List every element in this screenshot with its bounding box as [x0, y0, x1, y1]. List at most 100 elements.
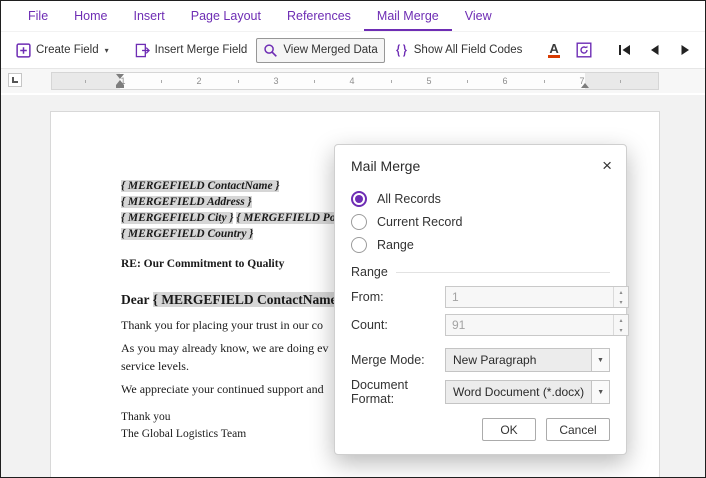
- merge-field-country: { MERGEFIELD Country }: [121, 228, 253, 240]
- document-format-row: Document Format: Word Document (*.docx) …: [351, 378, 610, 406]
- ruler-number: 2: [196, 73, 201, 89]
- rich-text-editor-window: File Home Insert Page Layout References …: [0, 0, 706, 478]
- font-highlight-icon: A: [548, 42, 559, 58]
- ok-button[interactable]: OK: [482, 418, 536, 441]
- dialog-button-row: OK Cancel: [351, 418, 610, 441]
- section-divider: [396, 272, 610, 273]
- radio-range-label: Range: [377, 238, 414, 252]
- document-format-value: Word Document (*.docx): [445, 380, 592, 404]
- magnifier-icon: [263, 43, 278, 58]
- last-record-button[interactable]: [701, 39, 706, 61]
- document-format-label: Document Format:: [351, 378, 445, 406]
- first-line-indent-marker[interactable]: [116, 74, 124, 79]
- dialog-body: All Records Current Record Range Range F…: [335, 176, 626, 454]
- ruler-tick: [620, 80, 621, 83]
- spin-down-icon[interactable]: ▾: [614, 297, 628, 307]
- radio-current-record-label: Current Record: [377, 215, 462, 229]
- insert-merge-field-label: Insert Merge Field: [155, 44, 248, 56]
- cancel-button[interactable]: Cancel: [546, 418, 610, 441]
- tab-home[interactable]: Home: [61, 1, 120, 31]
- tab-view[interactable]: View: [452, 1, 505, 31]
- count-row: Count: ▴ ▾: [351, 314, 610, 336]
- mail-merge-toolbar: Create Field ▾ Insert Merge Field View M…: [1, 31, 705, 69]
- merge-field-address: { MERGEFIELD Address }: [121, 196, 252, 208]
- merge-field-city: { MERGEFIELD City }: [121, 212, 233, 224]
- chevron-down-icon[interactable]: ▼: [591, 348, 610, 372]
- from-value-field[interactable]: [446, 287, 613, 307]
- view-merged-data-button[interactable]: View Merged Data: [256, 38, 384, 63]
- highlight-merge-fields-button[interactable]: A: [541, 37, 566, 63]
- show-all-field-codes-button[interactable]: Show All Field Codes: [387, 38, 530, 63]
- previous-record-icon: [648, 44, 662, 56]
- ruler-tick: [314, 80, 315, 83]
- ruler-tick: [391, 80, 392, 83]
- ruler-tick: [85, 80, 86, 83]
- ruler-number: 4: [349, 73, 354, 89]
- count-spinner: ▴ ▾: [613, 315, 628, 335]
- next-record-button[interactable]: [671, 39, 699, 61]
- ruler-number: 5: [426, 73, 431, 89]
- right-indent-marker[interactable]: [581, 83, 589, 88]
- from-spinner: ▴ ▾: [613, 287, 628, 307]
- previous-record-button[interactable]: [641, 39, 669, 61]
- merge-mode-select[interactable]: New Paragraph ▼: [445, 348, 610, 372]
- tab-page-layout[interactable]: Page Layout: [178, 1, 274, 31]
- create-field-button[interactable]: Create Field ▾: [9, 38, 116, 63]
- merge-mode-row: Merge Mode: New Paragraph ▼: [351, 348, 610, 372]
- tab-file[interactable]: File: [15, 1, 61, 31]
- view-merged-data-label: View Merged Data: [283, 44, 377, 56]
- first-record-icon: [618, 44, 632, 56]
- document-format-select[interactable]: Word Document (*.docx) ▼: [445, 380, 610, 404]
- ruler-bar: 1 2 3 4 5 6 7: [1, 69, 705, 93]
- spin-down-icon[interactable]: ▾: [614, 325, 628, 335]
- radio-icon: [351, 237, 367, 253]
- dialog-header: Mail Merge ×: [335, 145, 626, 176]
- close-icon[interactable]: ×: [602, 157, 612, 174]
- radio-all-records[interactable]: All Records: [351, 189, 610, 209]
- next-record-icon: [678, 44, 692, 56]
- ruler-number: 3: [273, 73, 278, 89]
- plus-box-icon: [16, 43, 31, 58]
- tab-references[interactable]: References: [274, 1, 364, 31]
- refresh-box-icon: [576, 42, 592, 58]
- ruler-tick: [467, 80, 468, 83]
- merge-field-contactname-salutation: { MERGEFIELD ContactName }: [153, 292, 346, 307]
- radio-all-records-label: All Records: [377, 192, 441, 206]
- merge-mode-value: New Paragraph: [445, 348, 592, 372]
- merge-field-contactname: { MERGEFIELD ContactName }: [121, 180, 279, 192]
- ruler-tick: [161, 80, 162, 83]
- chevron-down-icon[interactable]: ▼: [591, 380, 610, 404]
- spin-up-icon[interactable]: ▴: [614, 287, 628, 297]
- from-row: From: ▴ ▾: [351, 286, 610, 308]
- refresh-merged-data-button[interactable]: [569, 37, 599, 63]
- braces-icon: [394, 43, 409, 58]
- horizontal-ruler: 1 2 3 4 5 6 7: [51, 72, 659, 90]
- from-label: From:: [351, 290, 445, 304]
- tab-mail-merge[interactable]: Mail Merge: [364, 1, 452, 31]
- ribbon-tabbar: File Home Insert Page Layout References …: [1, 1, 705, 31]
- show-all-field-codes-label: Show All Field Codes: [414, 44, 523, 56]
- radio-icon: [351, 214, 367, 230]
- radio-current-record[interactable]: Current Record: [351, 212, 610, 232]
- count-value-field[interactable]: [446, 315, 613, 335]
- merge-mode-label: Merge Mode:: [351, 353, 445, 367]
- count-input[interactable]: ▴ ▾: [445, 314, 629, 336]
- range-section-label: Range: [351, 265, 388, 279]
- tab-insert[interactable]: Insert: [121, 1, 178, 31]
- tab-stop-selector[interactable]: [8, 73, 22, 87]
- salutation-prefix: Dear: [121, 292, 153, 307]
- first-record-button[interactable]: [611, 39, 639, 61]
- left-indent-marker[interactable]: [116, 85, 124, 88]
- mail-merge-dialog: Mail Merge × All Records Current Record …: [334, 144, 627, 455]
- radio-range[interactable]: Range: [351, 235, 610, 255]
- ruler-tick: [544, 80, 545, 83]
- ruler-tick: [238, 80, 239, 83]
- insert-merge-field-button[interactable]: Insert Merge Field: [128, 38, 255, 63]
- count-label: Count:: [351, 318, 445, 332]
- chevron-down-icon[interactable]: ▾: [105, 46, 109, 55]
- from-input[interactable]: ▴ ▾: [445, 286, 629, 308]
- tab-stop-icon: [12, 77, 18, 83]
- spin-up-icon[interactable]: ▴: [614, 315, 628, 325]
- create-field-label: Create Field: [36, 44, 99, 56]
- range-section-header: Range: [351, 264, 610, 280]
